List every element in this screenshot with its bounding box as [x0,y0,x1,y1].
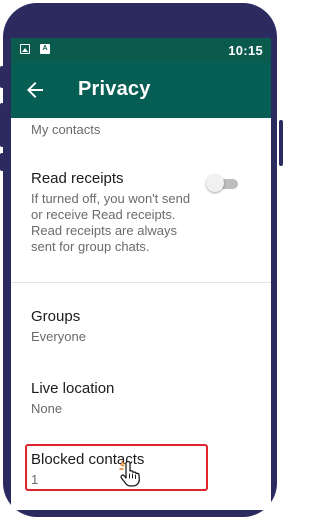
read-receipts-description-line: sent for group chats. [31,239,150,254]
privacy-settings-list: My contacts Read receipts If turned off,… [11,118,271,510]
arrow-left-icon[interactable] [23,78,47,102]
phone-power-button [279,120,283,166]
app-bar: Privacy [11,62,271,118]
phone-screen: A 10:15 Privacy My contacts Read receipt… [11,38,271,510]
read-receipts-description-line: If turned off, you won't send [31,191,191,206]
status-time: 10:15 [228,43,263,58]
phone-side-button [0,66,4,88]
section-divider [11,282,271,283]
hand-pointer-icon [119,460,140,487]
groups-value: Everyone [31,329,86,344]
read-receipts-description-line: or receive Read receipts. [31,207,176,222]
app-notification-icon: A [40,44,50,54]
live-location-setting[interactable]: Live location None [11,380,271,420]
phone-volume-button [0,103,4,147]
live-location-label: Live location [31,380,115,397]
profile-photo-setting[interactable]: My contacts [11,118,271,142]
read-receipts-label: Read receipts [31,170,124,187]
toggle-thumb [206,174,224,192]
live-location-value: None [31,401,63,416]
groups-label: Groups [31,308,81,325]
read-receipts-description-line: Read receipts are always [31,223,177,238]
profile-photo-value: My contacts [31,122,101,137]
page-title: Privacy [78,78,151,100]
status-bar: A 10:15 [11,38,271,62]
groups-setting[interactable]: Groups Everyone [11,308,271,348]
image-notification-icon [20,44,30,54]
phone-side-button [0,153,4,171]
read-receipts-toggle[interactable] [206,174,240,192]
